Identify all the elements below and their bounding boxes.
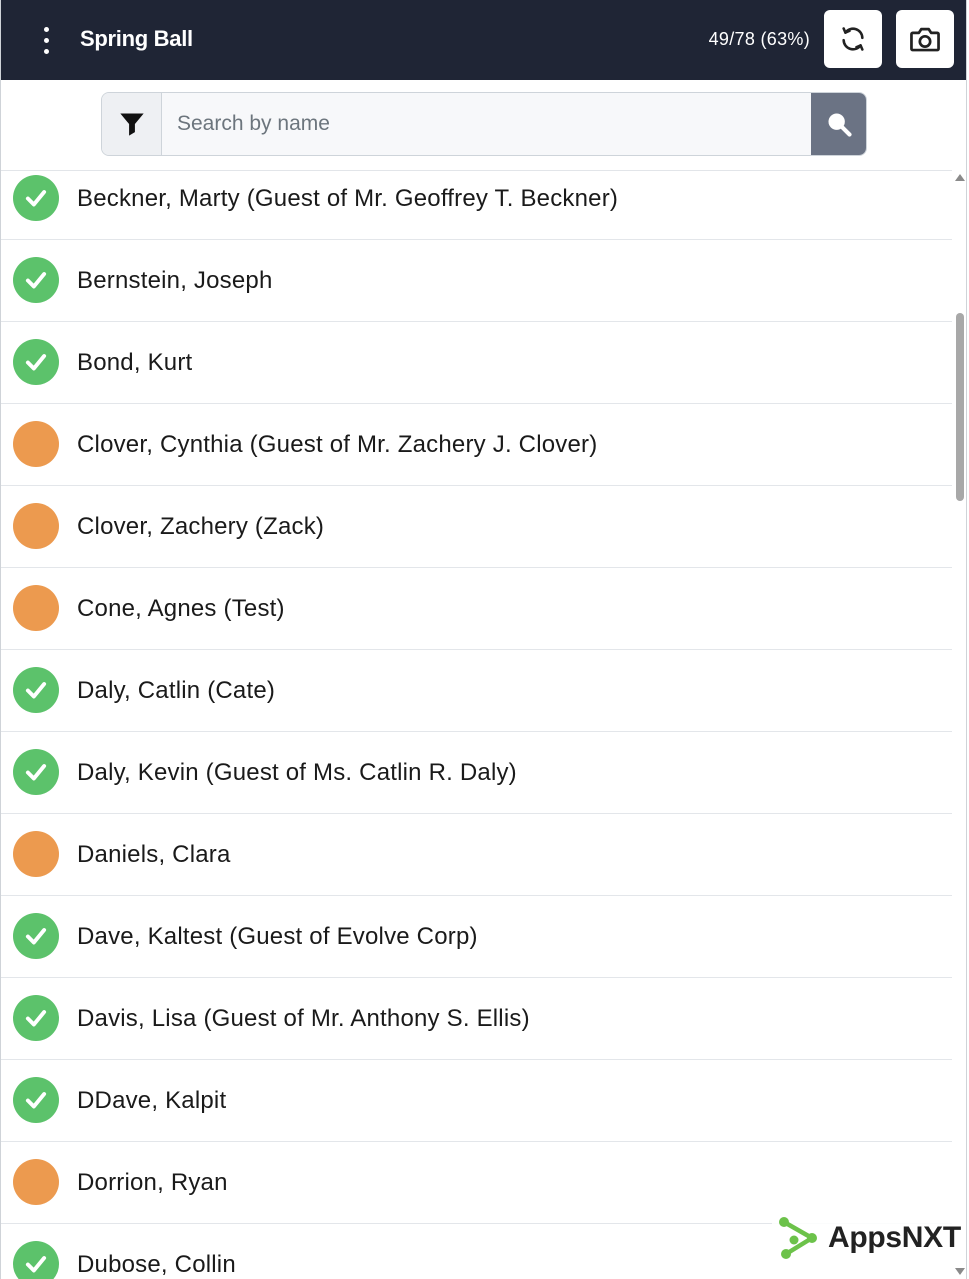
attendee-row[interactable]: Dorrion, Ryan: [1, 1142, 952, 1224]
checkin-progress: 49/78 (63%): [708, 29, 810, 49]
attendee-row[interactable]: DDave, Kalpit: [1, 1060, 952, 1142]
attendee-name: Dubose, Collin: [77, 1251, 236, 1278]
pending-status-icon[interactable]: [13, 1159, 59, 1205]
attendee-name: Daniels, Clara: [77, 841, 231, 868]
attendee-name: Clover, Zachery (Zack): [77, 513, 325, 540]
attendee-row[interactable]: Davis, Lisa (Guest of Mr. Anthony S. Ell…: [1, 978, 952, 1060]
checked-in-icon[interactable]: [13, 667, 59, 713]
event-title: Spring Ball: [80, 26, 193, 51]
checked-in-icon[interactable]: [13, 339, 59, 385]
camera-button[interactable]: [896, 10, 954, 68]
search-input[interactable]: [162, 93, 811, 155]
search-bar: [101, 92, 867, 156]
attendee-name: Davis, Lisa (Guest of Mr. Anthony S. Ell…: [77, 1005, 530, 1032]
attendee-name: Clover, Cynthia (Guest of Mr. Zachery J.…: [77, 431, 598, 458]
attendee-name: Bond, Kurt: [77, 349, 193, 376]
pending-status-icon[interactable]: [13, 831, 59, 877]
attendee-row[interactable]: Daly, Kevin (Guest of Ms. Catlin R. Daly…: [1, 732, 952, 814]
attendee-row[interactable]: Cone, Agnes (Test): [1, 568, 952, 650]
pending-status-icon[interactable]: [13, 421, 59, 467]
brand-logo: AppsNXT: [772, 1214, 965, 1262]
attendee-name: Dorrion, Ryan: [77, 1169, 228, 1196]
scrollbar[interactable]: [952, 170, 966, 1279]
checked-in-icon[interactable]: [13, 175, 59, 221]
attendee-list: Beckner, Marty (Guest of Mr. Geoffrey T.…: [1, 158, 952, 1279]
app-frame: Spring Ball 49/78 (63%) Search by name B…: [0, 0, 967, 1279]
attendee-row[interactable]: Dave, Kaltest (Guest of Evolve Corp): [1, 896, 952, 978]
attendee-row[interactable]: Daniels, Clara: [1, 814, 952, 896]
filter-button[interactable]: [102, 93, 162, 155]
checked-in-icon[interactable]: [13, 749, 59, 795]
search-button[interactable]: [811, 93, 866, 155]
attendee-name: Daly, Catlin (Cate): [77, 677, 276, 704]
appsnxt-logo-icon: [779, 1217, 817, 1259]
brand-name: AppsNXT: [828, 1221, 961, 1254]
kebab-menu-icon[interactable]: [31, 20, 61, 60]
attendee-name: DDave, Kalpit: [77, 1087, 227, 1114]
attendee-row[interactable]: Daly, Catlin (Cate): [1, 650, 952, 732]
attendee-name: Beckner, Marty (Guest of Mr. Geoffrey T.…: [77, 185, 619, 212]
attendee-name: Dave, Kaltest (Guest of Evolve Corp): [77, 923, 478, 950]
search-icon: [828, 113, 852, 137]
filter-icon: [119, 113, 144, 136]
attendee-row[interactable]: Bond, Kurt: [1, 322, 952, 404]
attendee-name: Cone, Agnes (Test): [77, 595, 285, 622]
scroll-down-arrow-icon[interactable]: [955, 1268, 965, 1275]
refresh-icon: [842, 27, 864, 51]
checked-in-icon[interactable]: [13, 913, 59, 959]
attendee-row[interactable]: Bernstein, Joseph: [1, 240, 952, 322]
refresh-button[interactable]: [824, 10, 882, 68]
checked-in-icon[interactable]: [13, 1241, 59, 1279]
pending-status-icon[interactable]: [13, 503, 59, 549]
scroll-thumb[interactable]: [956, 313, 964, 501]
attendee-row[interactable]: Beckner, Marty (Guest of Mr. Geoffrey T.…: [1, 158, 952, 240]
attendee-name: Bernstein, Joseph: [77, 267, 273, 294]
scroll-up-arrow-icon[interactable]: [955, 174, 965, 181]
pending-status-icon[interactable]: [13, 585, 59, 631]
top-bar: Spring Ball 49/78 (63%): [1, 0, 966, 80]
camera-icon: [910, 27, 940, 52]
attendee-row[interactable]: Clover, Cynthia (Guest of Mr. Zachery J.…: [1, 404, 952, 486]
attendee-name: Daly, Kevin (Guest of Ms. Catlin R. Daly…: [77, 759, 517, 786]
attendee-row[interactable]: Clover, Zachery (Zack): [1, 486, 952, 568]
checked-in-icon[interactable]: [13, 257, 59, 303]
checked-in-icon[interactable]: [13, 1077, 59, 1123]
checked-in-icon[interactable]: [13, 995, 59, 1041]
